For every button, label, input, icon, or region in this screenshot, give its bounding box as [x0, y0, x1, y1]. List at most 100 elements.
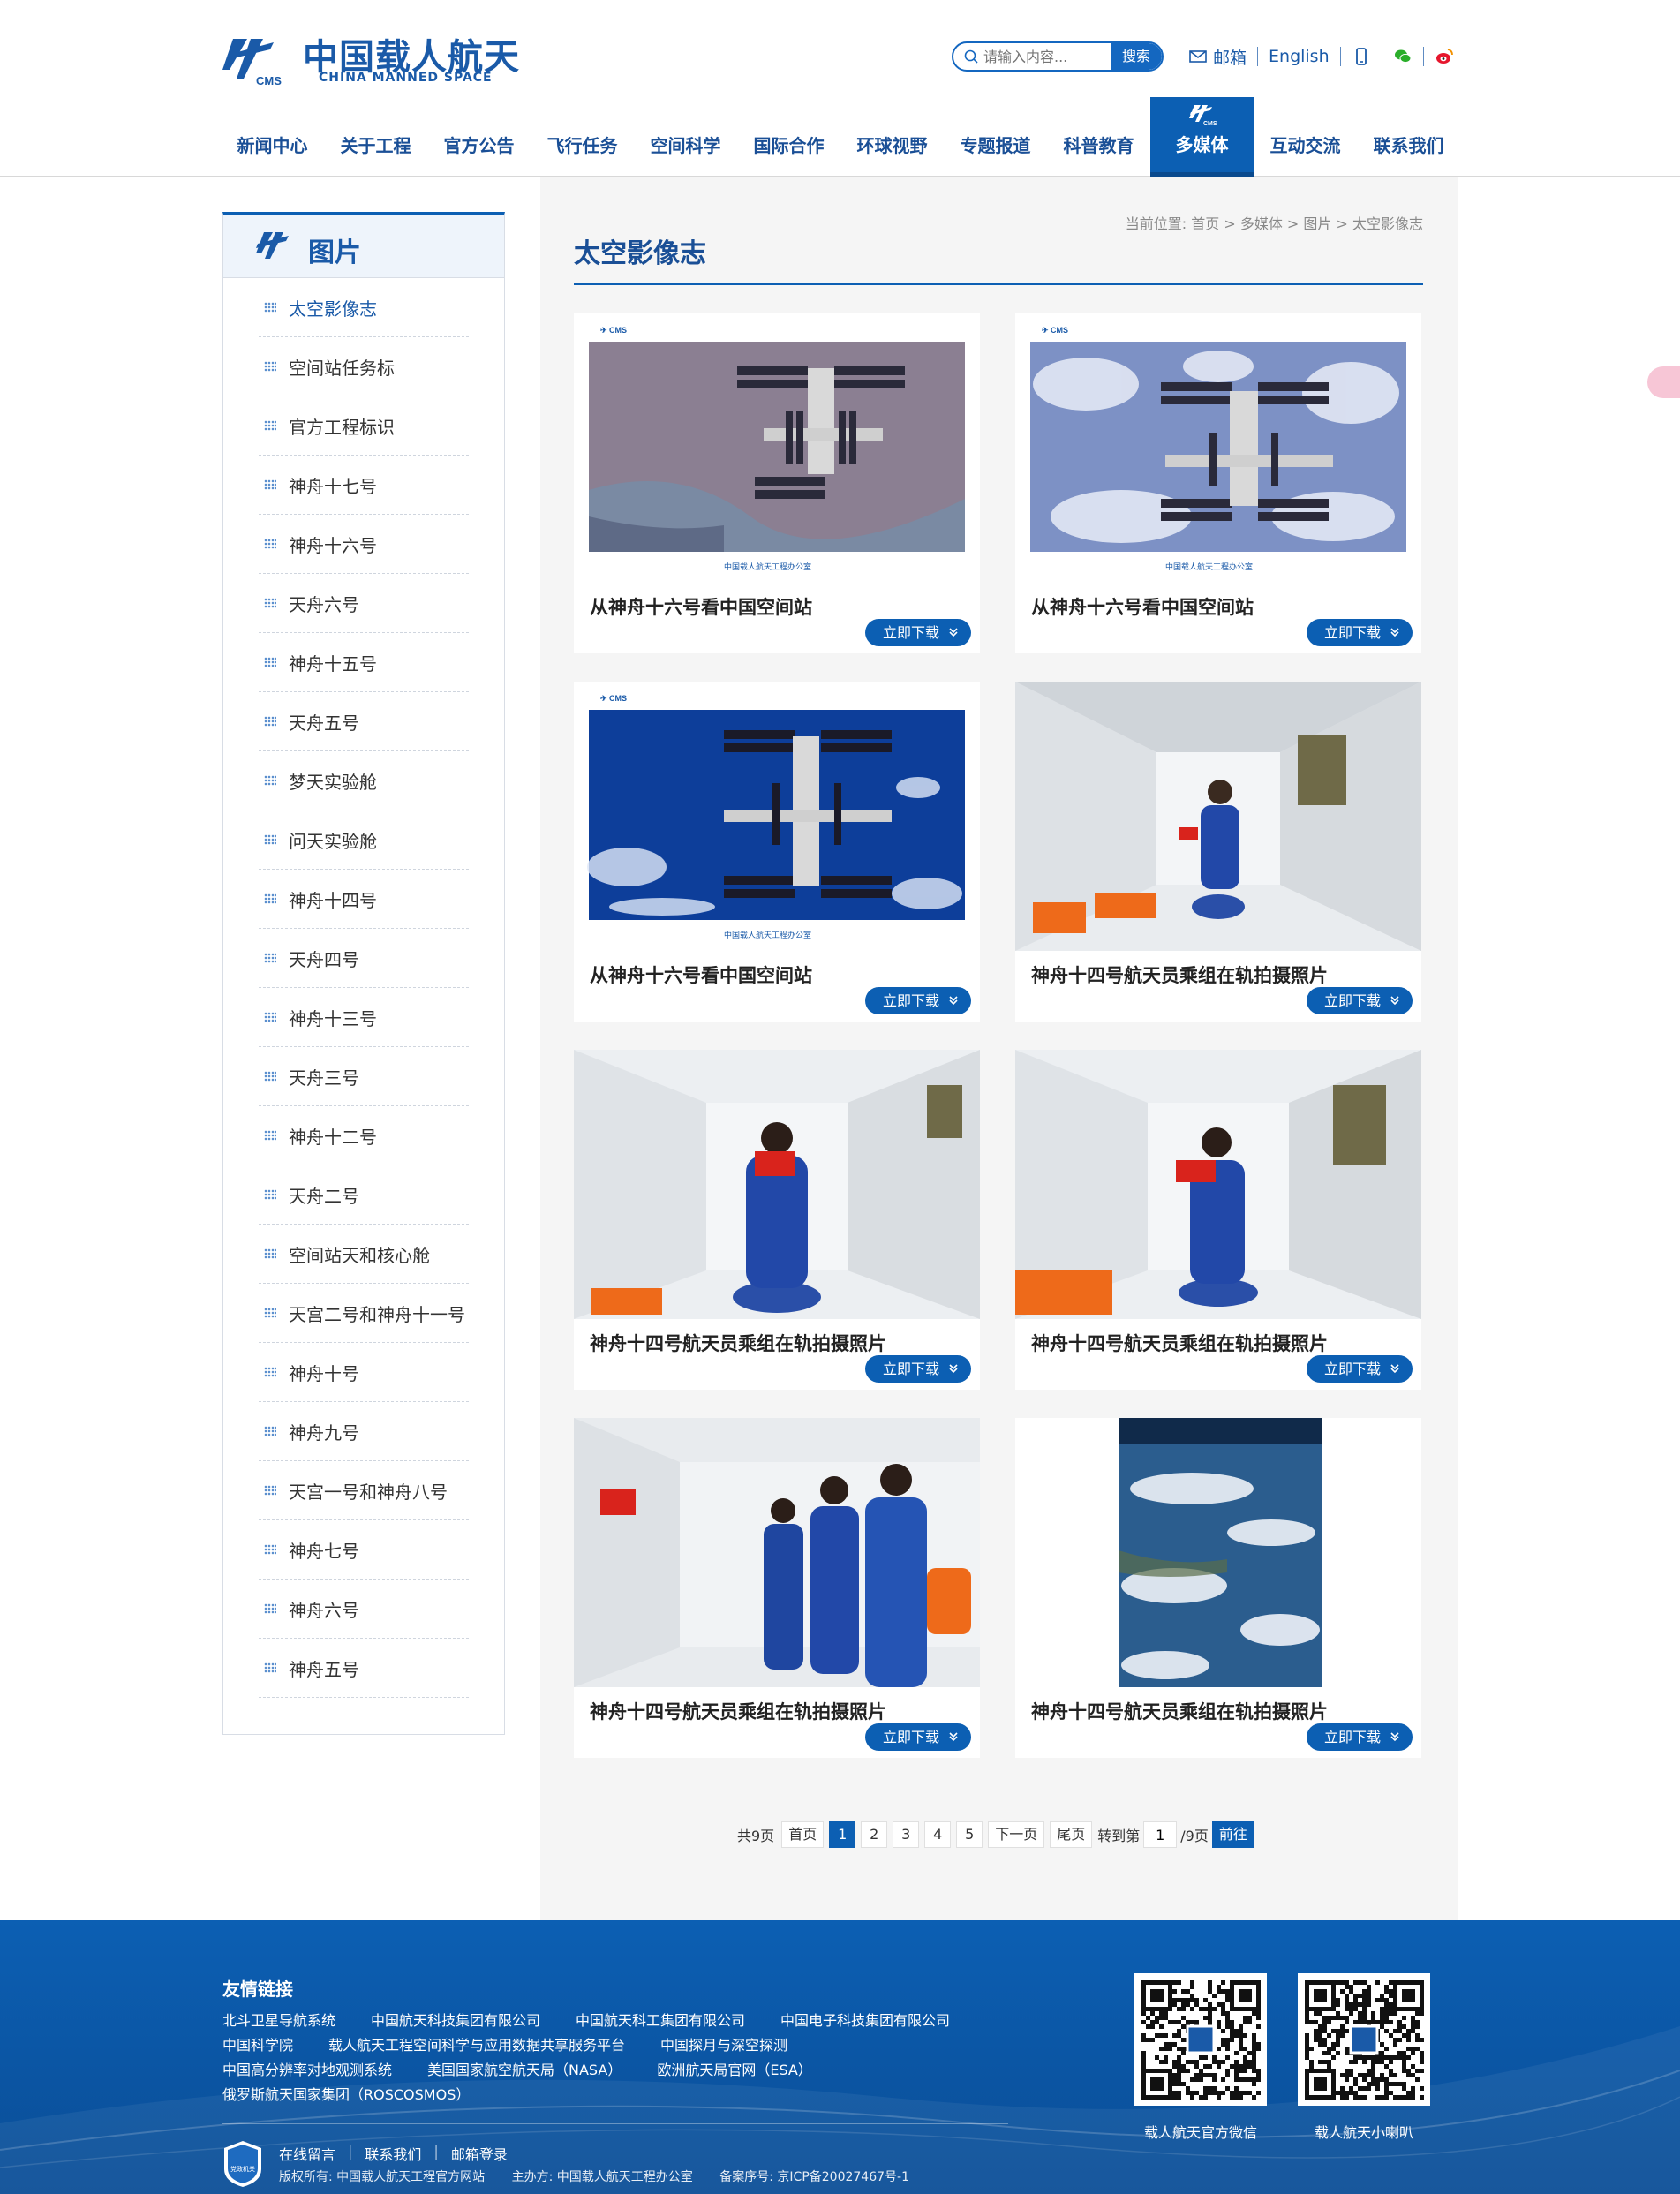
friend-link[interactable]: 中国电子科技集团有限公司 [780, 2009, 950, 2033]
page-first-button[interactable]: 首页 [781, 1821, 825, 1848]
nav-contact[interactable]: 联系我们 [1357, 97, 1460, 177]
footer-link-message[interactable]: 在线留言 [279, 2143, 335, 2164]
sidebar-item[interactable]: 神舟九号 [259, 1402, 469, 1461]
photo-thumbnail[interactable] [574, 1418, 980, 1687]
floating-side-tab[interactable] [1647, 366, 1680, 398]
weibo-icon[interactable] [1435, 47, 1454, 66]
nav-global-view[interactable]: 环球视野 [840, 97, 944, 177]
nav-international[interactable]: 国际合作 [737, 97, 840, 177]
friend-link[interactable]: 俄罗斯航天国家集团（ROSCOSMOS） [222, 2083, 470, 2107]
gov-badge-icon[interactable]: 党政机关 [222, 2139, 263, 2189]
photo-card[interactable]: 神舟十四号航天员乘组在轨拍摄照片 立即下载 [1015, 682, 1421, 1022]
sidebar-item[interactable]: 天舟六号 [259, 574, 469, 633]
sidebar-item[interactable]: 神舟十七号 [259, 456, 469, 515]
download-button[interactable]: 立即下载 [1307, 1355, 1413, 1383]
sidebar-item[interactable]: 神舟十四号 [259, 870, 469, 929]
footer-link-contact[interactable]: 联系我们 [365, 2143, 421, 2164]
photo-caption[interactable]: 神舟十四号航天员乘组在轨拍摄照片 [1031, 1330, 1328, 1356]
page-number-button[interactable]: 5 [956, 1821, 983, 1848]
page-number-button[interactable]: 3 [893, 1821, 920, 1848]
friend-link[interactable]: 中国探月与深空探测 [660, 2033, 787, 2058]
sidebar-item[interactable]: 天宫一号和神舟八号 [259, 1461, 469, 1520]
photo-caption[interactable]: 从神舟十六号看中国空间站 [1031, 593, 1254, 620]
download-button[interactable]: 立即下载 [865, 987, 971, 1014]
photo-card[interactable]: 神舟十四号航天员乘组在轨拍摄照片 立即下载 [1015, 1418, 1421, 1758]
friend-link[interactable]: 美国国家航空航天局（NASA） [427, 2058, 622, 2083]
photo-caption[interactable]: 神舟十四号航天员乘组在轨拍摄照片 [590, 1330, 886, 1356]
photo-card[interactable]: 中国载人航天工程办公室 ✈ CMS 从神舟十六号看中国空间站 立即下载 [1015, 313, 1421, 653]
photo-card[interactable]: 神舟十四号航天员乘组在轨拍摄照片 立即下载 [574, 1418, 980, 1758]
sidebar-item[interactable]: 天宫二号和神舟十一号 [259, 1284, 469, 1343]
friend-link[interactable]: 中国高分辨率对地观测系统 [222, 2058, 392, 2083]
goto-button[interactable]: 前往 [1211, 1821, 1254, 1848]
photo-thumbnail[interactable]: 中国载人航天工程办公室 ✈ CMS [1015, 313, 1421, 583]
mobile-icon[interactable] [1352, 47, 1371, 66]
photo-caption[interactable]: 从神舟十六号看中国空间站 [590, 593, 812, 620]
search-input[interactable] [983, 43, 1107, 70]
footer-link-mail-login[interactable]: 邮箱登录 [451, 2143, 508, 2164]
sidebar-item[interactable]: 天舟三号 [259, 1047, 469, 1106]
nav-interaction[interactable]: 互动交流 [1254, 97, 1357, 177]
nav-education[interactable]: 科普教育 [1047, 97, 1150, 177]
sidebar-item[interactable]: 神舟五号 [259, 1639, 469, 1698]
friend-link[interactable]: 中国科学院 [222, 2033, 293, 2058]
photo-thumbnail[interactable] [1015, 682, 1421, 951]
friend-link[interactable]: 北斗卫星导航系统 [222, 2009, 335, 2033]
sidebar-item[interactable]: 天舟四号 [259, 929, 469, 988]
goto-page-input[interactable] [1143, 1821, 1178, 1848]
mail-link[interactable]: 邮箱 [1188, 45, 1247, 69]
search-button[interactable]: 搜索 [1111, 43, 1162, 70]
sidebar-item[interactable]: 天舟五号 [259, 692, 469, 751]
page-next-button[interactable]: 下一页 [988, 1821, 1045, 1848]
photo-caption[interactable]: 神舟十四号航天员乘组在轨拍摄照片 [1031, 961, 1328, 988]
site-logo[interactable]: CMS 中国载人航天 CHINA MANNED SPACE [221, 26, 519, 93]
sidebar-item[interactable]: 神舟十三号 [259, 988, 469, 1047]
photo-card[interactable]: 神舟十四号航天员乘组在轨拍摄照片 立即下载 [574, 1050, 980, 1390]
download-button[interactable]: 立即下载 [865, 1723, 971, 1751]
sidebar-item[interactable]: 官方工程标识 [259, 396, 469, 456]
nav-about[interactable]: 关于工程 [324, 97, 427, 177]
page-last-button[interactable]: 尾页 [1050, 1821, 1093, 1848]
sidebar-item[interactable]: 神舟七号 [259, 1520, 469, 1580]
sidebar-item[interactable]: 神舟十五号 [259, 633, 469, 692]
sidebar-item[interactable]: 神舟六号 [259, 1580, 469, 1639]
sidebar-item[interactable]: 空间站任务标 [259, 337, 469, 396]
photo-card[interactable]: 中国载人航天工程办公室 ✈ CMS 从神舟十六号看中国空间站 立即下载 [574, 313, 980, 653]
sidebar-item[interactable]: 神舟十六号 [259, 515, 469, 574]
nav-missions[interactable]: 飞行任务 [531, 97, 634, 177]
sidebar-item[interactable]: 梦天实验舱 [259, 751, 469, 810]
nav-special-reports[interactable]: 专题报道 [944, 97, 1047, 177]
sidebar-item[interactable]: 太空影像志 [259, 278, 469, 337]
photo-caption[interactable]: 神舟十四号航天员乘组在轨拍摄照片 [1031, 1698, 1328, 1724]
download-button[interactable]: 立即下载 [865, 619, 971, 646]
download-button[interactable]: 立即下载 [1307, 987, 1413, 1014]
photo-card[interactable]: 神舟十四号航天员乘组在轨拍摄照片 立即下载 [1015, 1050, 1421, 1390]
friend-link[interactable]: 欧洲航天局官网（ESA） [657, 2058, 812, 2083]
nav-announcements[interactable]: 官方公告 [427, 97, 531, 177]
friend-link[interactable]: 中国航天科工集团有限公司 [576, 2009, 745, 2033]
friend-link[interactable]: 载人航天工程空间科学与应用数据共享服务平台 [328, 2033, 625, 2058]
wechat-icon[interactable] [1393, 47, 1413, 66]
photo-card[interactable]: 中国载人航天工程办公室 ✈ CMS 从神舟十六号看中国空间站 立即下载 [574, 682, 980, 1022]
photo-thumbnail[interactable] [574, 1050, 980, 1319]
nav-space-science[interactable]: 空间科学 [634, 97, 737, 177]
download-button[interactable]: 立即下载 [1307, 1723, 1413, 1751]
photo-thumbnail[interactable]: 中国载人航天工程办公室 ✈ CMS [574, 682, 980, 951]
sidebar-item[interactable]: 神舟十二号 [259, 1106, 469, 1165]
sidebar-item[interactable]: 空间站天和核心舱 [259, 1225, 469, 1284]
photo-caption[interactable]: 神舟十四号航天员乘组在轨拍摄照片 [590, 1698, 886, 1724]
sidebar-item[interactable]: 神舟十号 [259, 1343, 469, 1402]
page-number-button[interactable]: 1 [829, 1821, 856, 1848]
page-number-button[interactable]: 2 [861, 1821, 888, 1848]
photo-thumbnail[interactable] [1015, 1050, 1421, 1319]
icp-text[interactable]: 备案序号: 京ICP备20027467号-1 [719, 2170, 909, 2184]
page-number-button[interactable]: 4 [924, 1821, 952, 1848]
download-button[interactable]: 立即下载 [865, 1355, 971, 1383]
friend-link[interactable]: 中国航天科技集团有限公司 [371, 2009, 540, 2033]
sidebar-item[interactable]: 天舟二号 [259, 1165, 469, 1225]
photo-thumbnail[interactable] [1015, 1418, 1421, 1687]
nav-news[interactable]: 新闻中心 [221, 97, 324, 177]
download-button[interactable]: 立即下载 [1307, 619, 1413, 646]
sidebar-item[interactable]: 问天实验舱 [259, 810, 469, 870]
english-link[interactable]: English [1269, 47, 1330, 66]
